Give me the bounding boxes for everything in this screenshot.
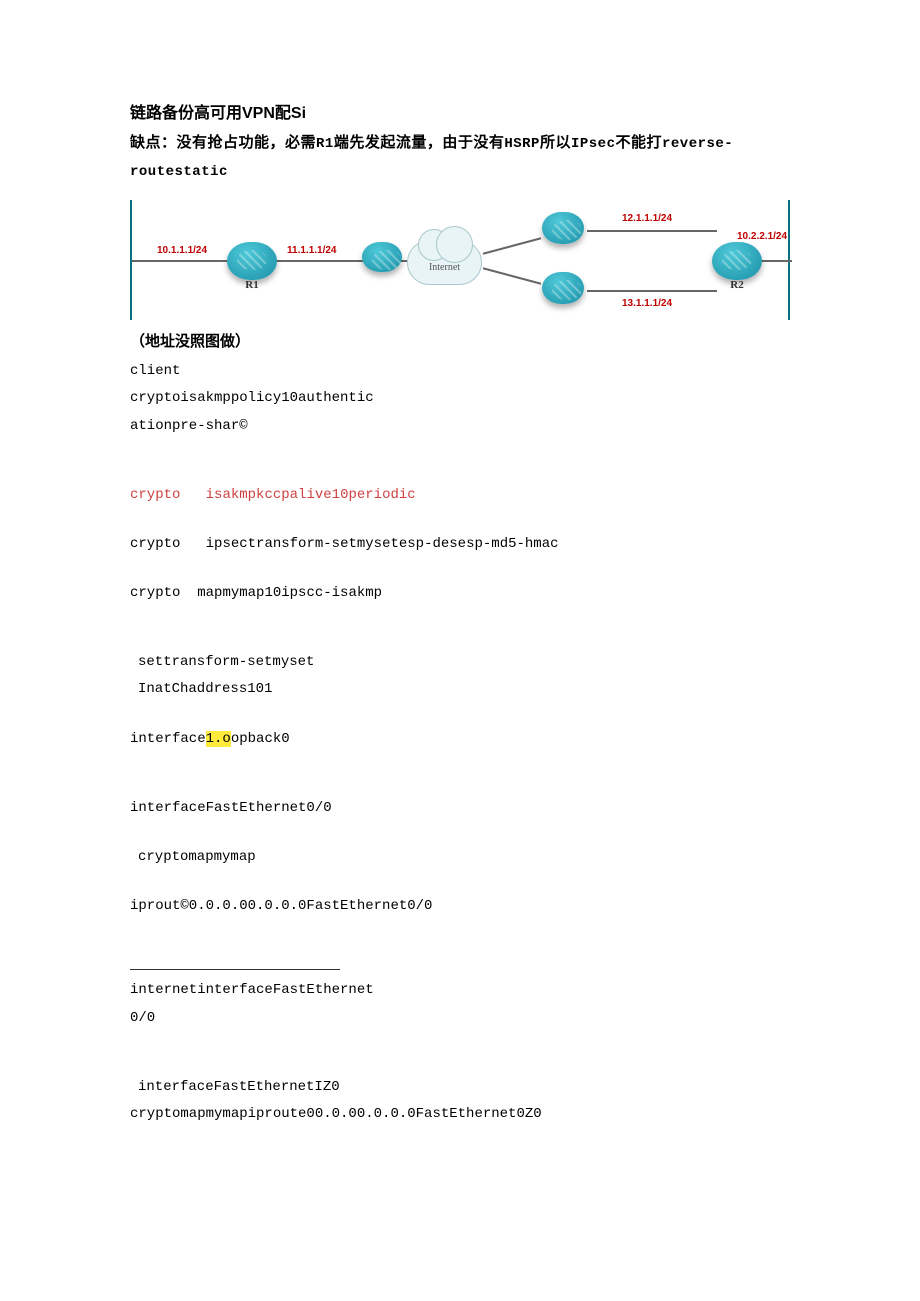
config-text: crypto: [130, 536, 180, 552]
document-title: 链路备份高可用VPN配Si: [130, 100, 790, 129]
router-mid-icon: [362, 242, 402, 272]
config-line: internetinterfaceFastEthernet: [130, 978, 790, 1003]
subtitle-ipsec: IPsec: [571, 136, 616, 152]
subtitle-text: 端先发起流量，由于没有: [334, 134, 505, 151]
ip-label: 11.1.1.1/24: [287, 242, 337, 260]
config-text-highlight: 1.o: [206, 731, 231, 747]
config-text: mapmymap10ipscc-isakmp: [197, 585, 382, 601]
ip-label: 10.2.2.1/24: [737, 228, 787, 246]
wire: [483, 237, 541, 254]
config-line: 0/0: [130, 1006, 790, 1031]
wire: [483, 267, 541, 284]
config-text: crypto: [130, 487, 180, 503]
config-line: settransform-setmyset: [130, 650, 790, 675]
wire: [132, 260, 227, 262]
config-line: crypto ipsectransform-setmysetesp-desesp…: [130, 532, 790, 557]
divider: [130, 969, 340, 970]
config-line-interface-loopback: interface1.oopback0: [130, 727, 790, 752]
config-text: ipsectransform-setmysetesp-desesp-md5-hm…: [206, 536, 559, 552]
subtitle-text: 缺点：没有抢占功能，必需: [130, 134, 316, 151]
router-bottom-icon: [542, 272, 584, 304]
subtitle-text: 所以: [540, 134, 571, 151]
config-line: InatChaddress101: [130, 677, 790, 702]
config-line: cryptoisakmppolicy10authentic: [130, 386, 790, 411]
subtitle-hsrp: HSRP: [504, 136, 540, 152]
config-line: cryptomapmymapiproute00.0.00.0.0.0FastEt…: [130, 1102, 790, 1127]
config-text: opback0: [231, 731, 290, 747]
config-text: crypto: [130, 585, 180, 601]
wire: [587, 230, 717, 232]
address-note: （地址没照图做）: [130, 328, 790, 355]
ip-label: 10.1.1.1/24: [157, 242, 207, 260]
config-line: crypto mapmymap10ipscc-isakmp: [130, 581, 790, 606]
document-subtitle: 缺点：没有抢占功能，必需R1端先发起流量，由于没有HSRP所以IPsec不能打r…: [130, 129, 790, 185]
ip-label: 12.1.1.1/24: [622, 210, 672, 228]
internet-label: Internet: [429, 259, 460, 277]
internet-cloud-icon: Internet: [407, 240, 482, 285]
subtitle-text: 不能打: [615, 134, 662, 151]
config-line: iprout©0.0.0.00.0.0.0FastEthernet0/0: [130, 894, 790, 919]
config-line-crypto-keepalive: crypto isakmpkccpalive10periodic: [130, 483, 790, 508]
ip-label: 13.1.1.1/24: [622, 295, 672, 313]
router-r2-icon: R2: [712, 242, 762, 280]
router-r1-label: R1: [245, 276, 258, 296]
config-line: interfaceFastEthernetIZ0: [130, 1075, 790, 1100]
router-top-icon: [542, 212, 584, 244]
config-line: ationpre-shar©: [130, 414, 790, 439]
wire: [587, 290, 717, 292]
config-text: isakmpkccpalive10periodic: [206, 487, 416, 503]
router-r1-icon: R1: [227, 242, 277, 280]
config-line: interfaceFastEthernet0/0: [130, 796, 790, 821]
network-diagram: R1 Internet R2 10.1.1.1/24 11.1.1.1/24 1…: [130, 200, 790, 320]
config-text: interface: [130, 731, 206, 747]
router-r2-label: R2: [730, 276, 743, 296]
subtitle-r1: R1: [316, 136, 334, 152]
config-line: cryptomapmymap: [130, 845, 790, 870]
wire: [762, 260, 792, 262]
config-line: client: [130, 359, 790, 384]
